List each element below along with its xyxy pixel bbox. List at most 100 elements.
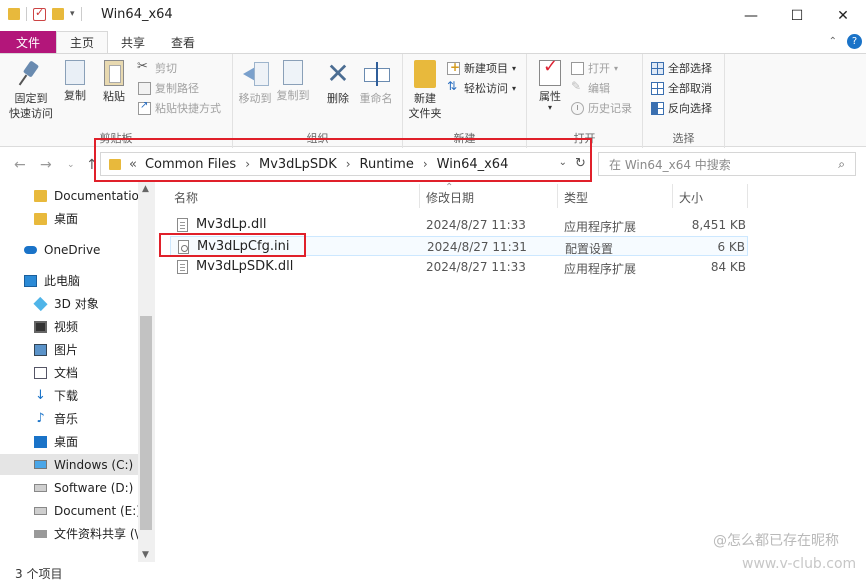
breadcrumb-common-files[interactable]: Common Files — [145, 157, 236, 172]
nav-item-pictures[interactable]: 图片 — [0, 339, 140, 360]
nav-item-label: 图片 — [54, 343, 79, 357]
ribbon: 固定到 快速访问 复制 粘贴 剪切 复制路径 粘贴快捷方式 剪贴板 移动到 — [0, 53, 866, 148]
file-name: Mv3dLp.dll — [196, 217, 267, 232]
toolbar-divider — [26, 7, 27, 21]
breadcrumb-separator-icon[interactable]: › — [245, 157, 250, 171]
table-row[interactable]: Mv3dLpSDK.dll 2024/8/27 11:33 应用程序扩展 84 … — [170, 257, 748, 277]
scroll-up-icon[interactable]: ▲ — [142, 184, 149, 194]
scrollbar-thumb[interactable] — [140, 316, 152, 530]
clipboard-group: 固定到 快速访问 复制 粘贴 剪切 复制路径 粘贴快捷方式 剪贴板 — [0, 54, 233, 148]
copy-button[interactable]: 复制 — [60, 60, 90, 103]
back-arrow-icon[interactable]: ← — [14, 157, 26, 173]
scroll-down-icon[interactable]: ▼ — [142, 550, 149, 560]
nav-item-documents[interactable]: 文档 — [0, 362, 140, 383]
nav-item-downloads[interactable]: ↓ 下载 — [0, 385, 140, 406]
cut-label: 剪切 — [155, 62, 177, 75]
move-to-button[interactable]: 移动到 — [237, 60, 273, 106]
history-button[interactable]: 历史记录 — [571, 99, 632, 117]
search-input[interactable]: 在 Win64_x64 中搜索 ⌕ — [598, 152, 856, 176]
address-overflow[interactable]: « — [129, 157, 137, 172]
column-divider[interactable] — [672, 184, 673, 208]
up-arrow-icon[interactable]: ↑ — [86, 157, 98, 173]
breadcrumb-runtime[interactable]: Runtime — [360, 157, 414, 172]
close-button[interactable]: ✕ — [820, 0, 866, 31]
table-row[interactable]: Mv3dLp.dll 2024/8/27 11:33 应用程序扩展 8,451 … — [170, 215, 748, 235]
recent-locations-chevron-icon[interactable]: ⌄ — [67, 160, 75, 170]
open-button[interactable]: 打开 ▾ — [571, 59, 618, 77]
maximize-button[interactable]: ☐ — [774, 0, 820, 31]
breadcrumb-mv3dlpsdk[interactable]: Mv3dLpSDK — [259, 157, 337, 172]
copy-path-button[interactable]: 复制路径 — [138, 79, 199, 97]
nav-item-desktop[interactable]: 桌面 — [0, 431, 140, 452]
nav-item-label: 下载 — [54, 389, 79, 403]
select-none-label: 全部取消 — [668, 82, 712, 95]
minimize-button[interactable]: — — [728, 0, 774, 31]
video-icon — [34, 320, 47, 333]
forward-arrow-icon[interactable]: → — [40, 157, 52, 173]
nav-item-document-e[interactable]: Document (E:) — [0, 500, 140, 521]
properties-quick-icon[interactable] — [33, 6, 46, 21]
navigation-pane: Documentation 桌面 OneDrive 此电脑 3D 对象 视频 图… — [0, 182, 155, 562]
easy-access-button[interactable]: 轻松访问 ▾ — [447, 79, 516, 97]
column-divider[interactable] — [747, 184, 748, 208]
paste-button[interactable]: 粘贴 — [98, 60, 130, 104]
column-header-name[interactable]: 名称 — [174, 187, 198, 207]
new-item-button[interactable]: 新建项目 ▾ — [447, 59, 516, 77]
nav-item-label: Software (D:) — [54, 480, 134, 495]
tab-share[interactable]: 共享 — [108, 31, 158, 53]
easy-access-dropdown-icon: ▾ — [512, 83, 517, 93]
nav-item-onedrive[interactable]: OneDrive — [0, 239, 140, 260]
cut-button[interactable]: 剪切 — [137, 59, 177, 77]
column-header-date[interactable]: 修改日期 — [426, 187, 474, 207]
select-all-button[interactable]: 全部选择 — [651, 59, 712, 77]
column-header-type[interactable]: 类型 — [564, 187, 588, 207]
address-dropdown-icon[interactable]: ⌄ — [559, 157, 567, 168]
tab-home[interactable]: 主页 — [56, 31, 109, 53]
nav-item-music[interactable]: ♪ 音乐 — [0, 408, 140, 429]
easy-access-icon — [447, 79, 460, 95]
new-folder-quick-icon[interactable] — [52, 8, 64, 20]
breadcrumb-separator-icon[interactable]: › — [346, 157, 351, 171]
column-divider[interactable] — [419, 184, 420, 208]
refresh-icon[interactable]: ↻ — [575, 156, 586, 171]
copy-icon — [65, 60, 85, 85]
tab-view[interactable]: 查看 — [158, 31, 208, 53]
navigation-scrollbar[interactable]: ▲ ▼ — [138, 182, 155, 562]
delete-button[interactable]: ✕ 删除 — [323, 60, 353, 106]
help-icon[interactable]: ? — [847, 34, 862, 49]
paste-shortcut-button[interactable]: 粘贴快捷方式 — [138, 99, 221, 117]
pin-icon — [17, 60, 45, 88]
new-folder-label: 新建 文件夹 — [408, 92, 442, 120]
nav-item-software-d[interactable]: Software (D:) — [0, 477, 140, 498]
nav-item-label: 此电脑 — [44, 274, 81, 288]
nav-item-this-pc[interactable]: 此电脑 — [0, 270, 140, 291]
address-bar[interactable]: « Common Files › Mv3dLpSDK › Runtime › W… — [100, 152, 592, 176]
nav-item-desktop-folder[interactable]: 桌面 — [0, 208, 140, 229]
customize-toolbar-icon[interactable]: ▾ — [70, 9, 75, 19]
nav-item-3d-objects[interactable]: 3D 对象 — [0, 293, 140, 314]
file-size: 8,451 KB — [691, 218, 746, 232]
edit-button[interactable]: 编辑 — [571, 79, 610, 97]
windows-drive-icon — [34, 460, 47, 469]
nav-item-videos[interactable]: 视频 — [0, 316, 140, 337]
invert-selection-button[interactable]: 反向选择 — [651, 99, 712, 117]
rename-button[interactable]: 重命名 — [357, 60, 395, 106]
copy-to-button[interactable]: 复制到 — [275, 60, 311, 103]
nav-item-documentation[interactable]: Documentation — [0, 185, 140, 206]
properties-button[interactable]: 属性 ▾ — [533, 59, 567, 112]
breadcrumb-win64-x64[interactable]: Win64_x64 — [437, 157, 509, 172]
column-divider[interactable] — [557, 184, 558, 208]
dll-file-icon — [177, 260, 188, 274]
select-none-button[interactable]: 全部取消 — [651, 79, 712, 97]
edit-label: 编辑 — [588, 82, 610, 95]
nav-item-network-share[interactable]: 文件资料共享 (\\ — [0, 523, 140, 544]
collapse-ribbon-icon[interactable]: ⌃ — [829, 36, 837, 47]
copy-to-label: 复制到 — [276, 89, 310, 102]
table-row[interactable]: Mv3dLpCfg.ini 2024/8/27 11:31 配置设置 6 KB — [170, 236, 748, 256]
new-folder-button[interactable]: 新建 文件夹 — [405, 60, 445, 121]
nav-item-windows-c[interactable]: Windows (C:) — [0, 454, 140, 475]
pin-to-quick-access-button[interactable]: 固定到 快速访问 — [6, 60, 56, 121]
tab-file[interactable]: 文件 — [0, 31, 57, 53]
breadcrumb-separator-icon[interactable]: › — [423, 157, 428, 171]
column-header-size[interactable]: 大小 — [679, 187, 703, 207]
